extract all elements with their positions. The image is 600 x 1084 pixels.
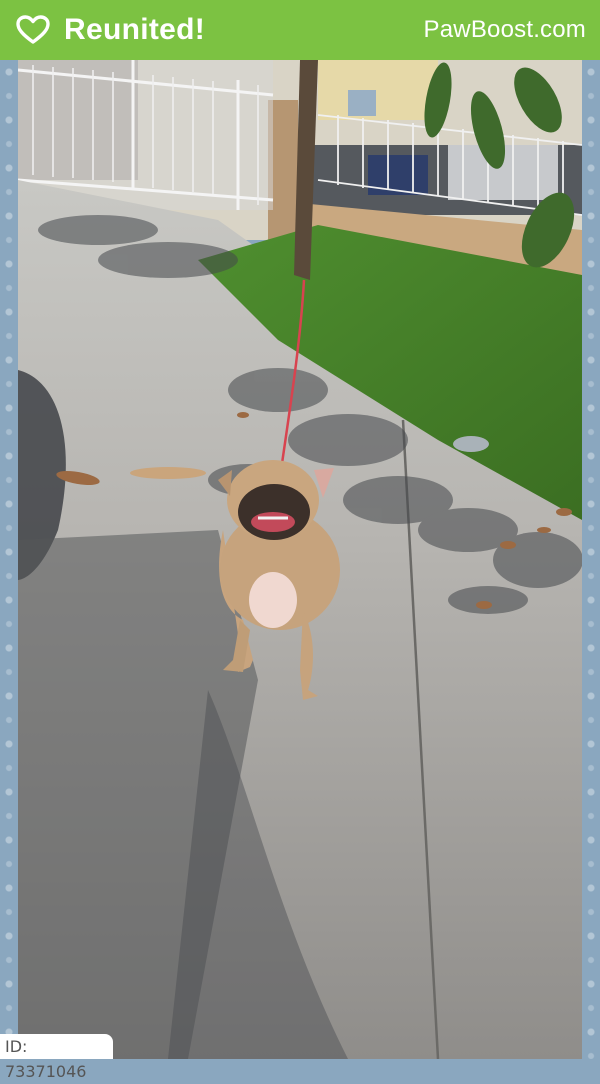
header-bar: Reunited! PawBoost.com — [0, 0, 600, 60]
pet-id-label: ID: 73371046 — [0, 1034, 113, 1081]
pet-photo — [18, 60, 582, 1059]
heart-outline-icon — [16, 15, 50, 44]
brand-logo-text: PawBoost.com — [423, 16, 586, 43]
paw-print-border-right — [582, 60, 600, 1059]
paw-print-border-left — [0, 60, 18, 1059]
pet-photo-illustration — [18, 60, 582, 1059]
header-left: Reunited! — [16, 13, 205, 47]
page-title: Reunited! — [64, 13, 206, 46]
